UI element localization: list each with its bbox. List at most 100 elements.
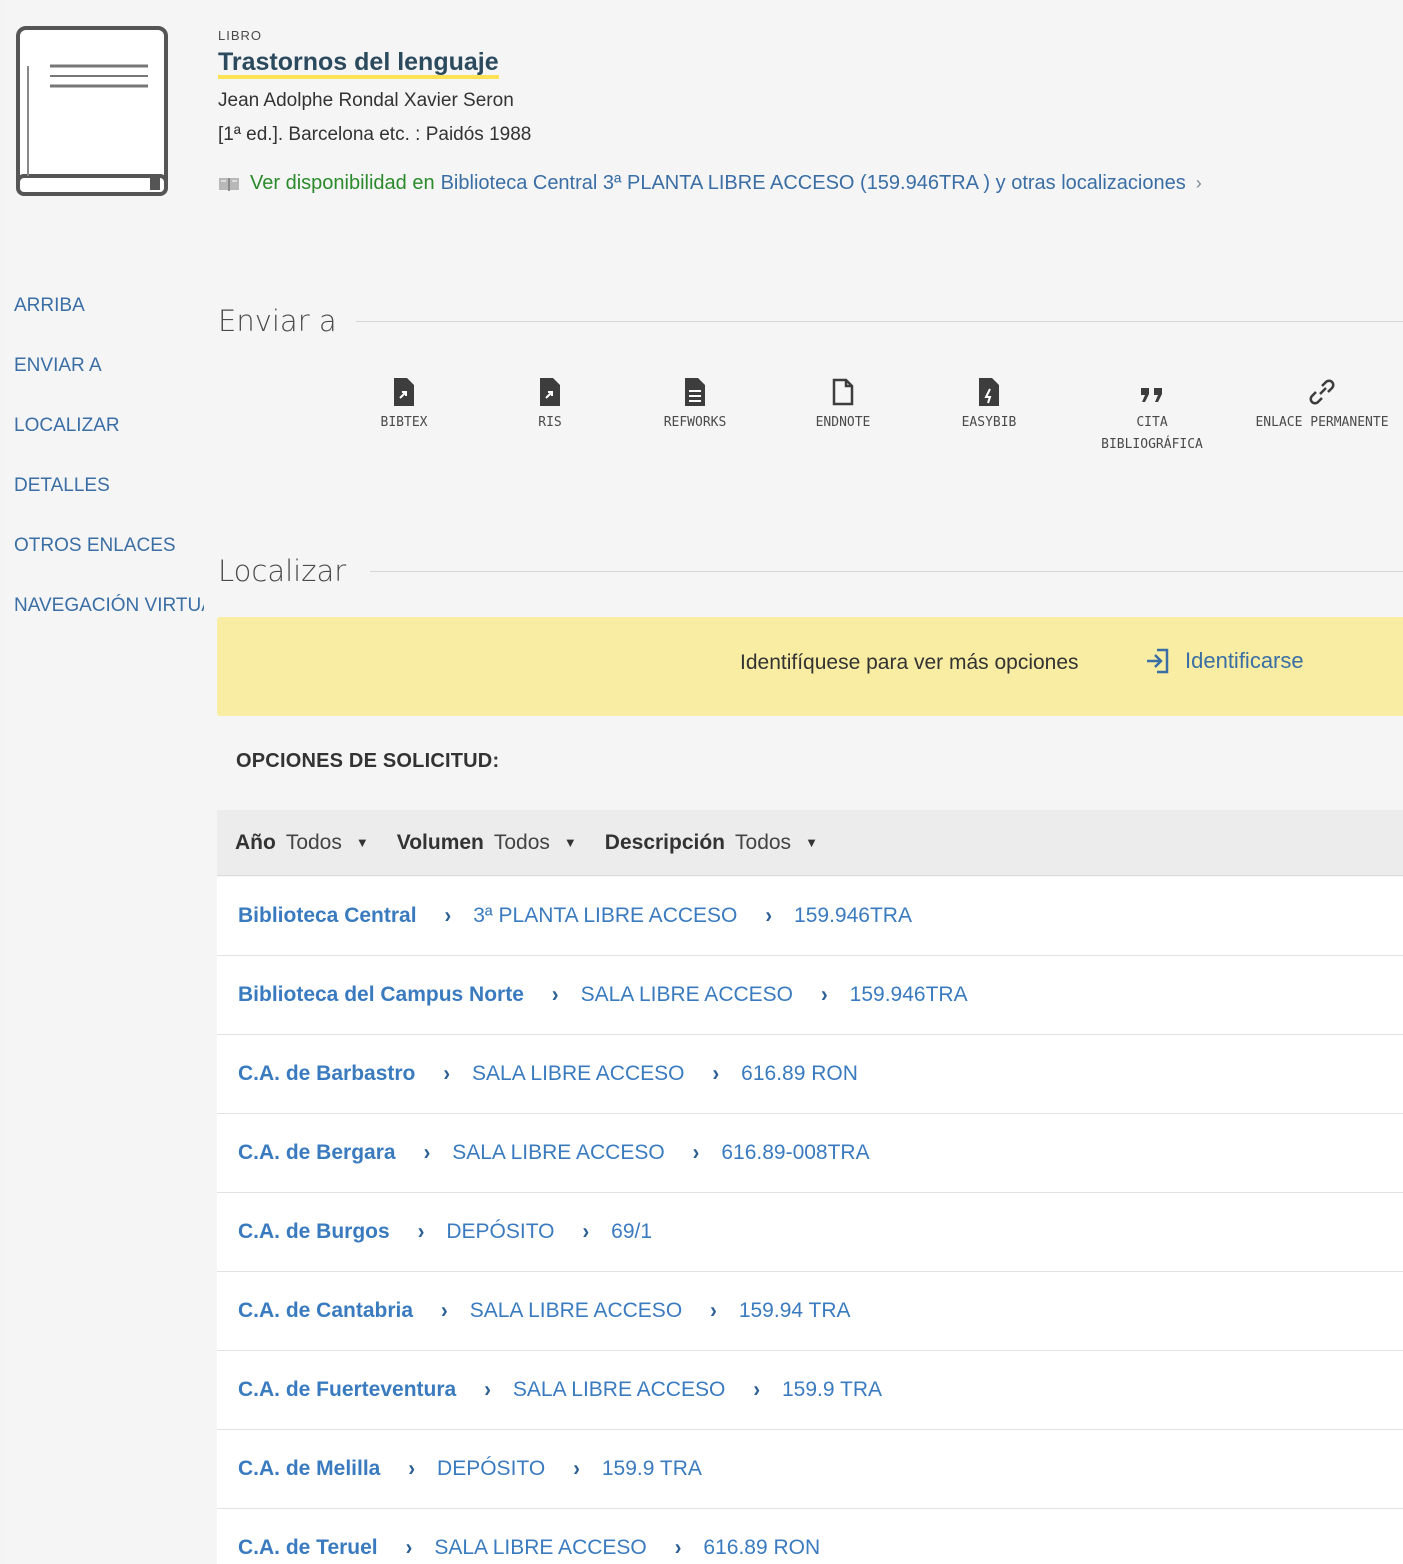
ris-icon [540,378,560,406]
locate-heading: Localizar [218,554,347,588]
filter-label: Volumen [396,830,484,854]
filter-label: Descripción [604,830,726,854]
filter-year[interactable]: Año Todos ▼ [235,831,369,855]
send-to-refworks-button[interactable]: REFWORKS [625,378,765,434]
send-to-easybib-button[interactable]: EASYBIB [919,378,1059,434]
chevron-right-icon: › [582,1219,590,1244]
chevron-right-icon: › [753,1377,760,1402]
caret-down-icon: ▼ [563,835,577,850]
side-nav-arriba[interactable]: ARRIBA [14,294,204,354]
chevron-right-icon: › [423,1140,431,1165]
send-to-divider [356,321,1403,322]
record-authors: Jean Adolphe Rondal Xavier Seron [218,90,514,111]
filter-volume[interactable]: Volumen Todos ▼ [397,831,577,855]
chevron-right-icon: › [821,982,828,1007]
refworks-icon [685,378,705,406]
filter-description[interactable]: Descripción Todos ▼ [605,831,818,855]
location-sublocation: SALA LIBRE ACCESO [452,1141,665,1164]
book-thumbnail-icon [16,26,168,196]
availability-location: Biblioteca Central 3ª PLANTA LIBRE ACCES… [440,172,1186,194]
location-call-number: 159.9 TRA [782,1378,883,1401]
location-row[interactable]: C.A. de Barbastro › SALA LIBRE ACCESO › … [217,1035,1403,1114]
easybib-icon [979,378,999,406]
chevron-right-icon: › [405,1535,413,1560]
side-nav-enviar-a[interactable]: ENVIAR A [14,354,204,414]
chevron-right-icon: › [712,1061,720,1086]
side-nav-localizar[interactable]: LOCALIZAR [14,414,204,474]
send-to-label: ENDNOTE [815,415,871,430]
chevron-right-icon: › [710,1298,717,1323]
quote-icon [1141,388,1162,402]
send-to-label: ENLACE PERMANENTE [1255,415,1389,430]
send-to-label: EASYBIB [961,415,1017,430]
location-sublocation: 3ª PLANTA LIBRE ACCESO [473,904,738,927]
login-message: Identifíquese para ver más opciones [740,651,1079,674]
location-call-number: 159.94 TRA [738,1299,851,1322]
send-to-bibtex-button[interactable]: BIBTEX [334,378,474,434]
location-sublocation: SALA LIBRE ACCESO [434,1536,647,1559]
location-row[interactable]: C.A. de Fuerteventura › SALA LIBRE ACCES… [217,1351,1403,1430]
chevron-right-icon: › [444,903,452,928]
locate-divider [370,571,1403,572]
location-call-number: 159.9 TRA [601,1457,702,1480]
caret-down-icon: ▼ [355,835,369,850]
filter-value: Todos [285,830,342,854]
chevron-right-icon: › [674,1535,682,1560]
send-to-heading: Enviar a [218,304,337,338]
sign-in-icon [1147,648,1169,674]
endnote-icon [832,378,854,406]
chevron-right-icon: › [692,1140,700,1165]
side-nav-detalles[interactable]: DETALLES [14,474,204,534]
link-icon [1309,379,1335,405]
chevron-right-icon: › [443,1061,451,1086]
location-call-number: 616.89 RON [703,1536,821,1559]
chevron-right-icon: › [573,1456,580,1481]
location-row[interactable]: C.A. de Cantabria › SALA LIBRE ACCESO › … [217,1272,1403,1351]
record-type: LIBRO [218,28,263,43]
chevron-right-icon: › [417,1219,425,1244]
location-row[interactable]: C.A. de Bergara › SALA LIBRE ACCESO › 61… [217,1114,1403,1193]
location-sublocation: SALA LIBRE ACCESO [469,1299,683,1322]
location-library: C.A. de Bergara [238,1141,396,1164]
availability-link[interactable]: Ver disponibilidad en Biblioteca Central… [218,172,1202,195]
send-to-label: REFWORKS [663,415,727,430]
filter-value: Todos [493,830,550,854]
chevron-right-icon: › [765,903,773,928]
request-options-heading: OPCIONES DE SOLICITUD: [236,750,500,772]
location-library: Biblioteca del Campus Norte [238,983,524,1006]
caret-down-icon: ▼ [805,835,818,850]
location-call-number: 616.89 RON [741,1062,858,1085]
send-to-endnote-button[interactable]: ENDNOTE [773,378,913,434]
location-library: C.A. de Teruel [238,1536,378,1559]
side-nav: ARRIBA ENVIAR A LOCALIZAR DETALLES OTROS… [14,294,204,654]
page: LIBRO Trastornos del lenguaje Jean Adolp… [0,0,1403,1564]
location-call-number: 159.946TRA [794,904,912,927]
location-library: C.A. de Barbastro [238,1062,416,1085]
send-to-citation-button[interactable]: CITA BIBLIOGRÁFICA [1082,378,1222,456]
location-row[interactable]: Biblioteca Central › 3ª PLANTA LIBRE ACC… [217,877,1403,956]
location-row[interactable]: Biblioteca del Campus Norte › SALA LIBRE… [217,956,1403,1035]
location-row[interactable]: C.A. de Melilla › DEPÓSITO › 159.9 TRA [217,1430,1403,1509]
location-library: C.A. de Burgos [238,1220,390,1243]
record-title[interactable]: Trastornos del lenguaje [218,48,499,79]
location-row[interactable]: C.A. de Burgos › DEPÓSITO › 69/1 [217,1193,1403,1272]
send-to-label: CITA BIBLIOGRÁFICA [1101,415,1203,452]
open-book-icon [219,177,239,191]
filter-bar: Año Todos ▼ Volumen Todos ▼ Descripción … [217,810,1403,876]
chevron-right-icon: › [408,1456,416,1481]
sign-in-link[interactable]: Identificarse [1145,646,1304,676]
location-row[interactable]: C.A. de Teruel › SALA LIBRE ACCESO › 616… [217,1509,1403,1564]
availability-status: Ver disponibilidad en [250,172,435,194]
chevron-right-icon: › [484,1377,491,1402]
send-to-permalink-button[interactable]: ENLACE PERMANENTE [1252,378,1392,434]
side-nav-navegacion-virtual[interactable]: NAVEGACIÓN VIRTUAL [14,594,204,654]
location-call-number: 616.89-008TRA [721,1141,870,1164]
location-list: Biblioteca Central › 3ª PLANTA LIBRE ACC… [217,877,1403,1564]
bibtex-icon [394,378,414,406]
send-to-ris-button[interactable]: RIS [480,378,620,434]
send-to-label: RIS [538,415,562,430]
side-nav-otros-enlaces[interactable]: OTROS ENLACES [14,534,204,594]
chevron-right-icon: › [1195,173,1202,193]
location-library: C.A. de Melilla [238,1457,381,1480]
record-edition: [1ª ed.]. Barcelona etc. : Paidós 1988 [218,124,532,145]
